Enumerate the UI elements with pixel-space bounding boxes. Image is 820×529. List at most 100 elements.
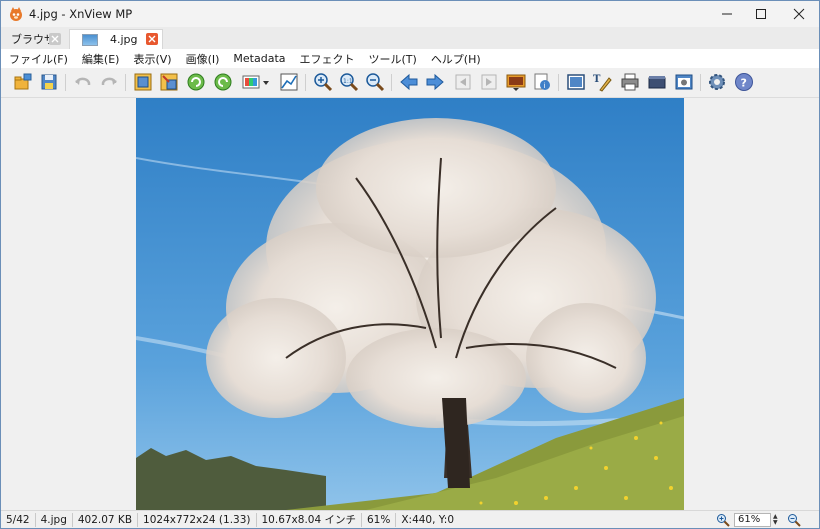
zoom-in-button[interactable] xyxy=(313,72,333,92)
toolbar: 1:1 i T ? xyxy=(1,68,819,98)
status-cursor: X:440, Y:0 xyxy=(401,514,455,526)
menu-tools[interactable]: ツール(T) xyxy=(361,51,423,67)
resize-button[interactable] xyxy=(159,72,179,92)
svg-text:1:1: 1:1 xyxy=(343,78,353,85)
first-page-button[interactable] xyxy=(453,72,473,92)
toolbar-separator xyxy=(558,74,559,91)
open-folder-icon xyxy=(14,73,32,90)
tab-bar: ブラウザ 4.jpg xyxy=(1,27,819,50)
crop-icon xyxy=(134,73,152,91)
help-icon: ? xyxy=(735,73,753,91)
close-icon xyxy=(148,35,156,43)
zoom-input[interactable]: 61% xyxy=(734,513,771,527)
displayed-image[interactable] xyxy=(136,98,684,510)
zoom-out-button[interactable] xyxy=(365,72,385,92)
text-annotate-button[interactable]: T xyxy=(592,72,612,92)
zoom-in-icon[interactable] xyxy=(716,513,730,527)
menu-edit[interactable]: 編集(E) xyxy=(74,51,126,67)
save-icon xyxy=(41,74,57,90)
slideshow-icon xyxy=(506,74,526,91)
status-dimensions: 1024x772x24 (1.33) xyxy=(138,513,257,527)
menu-view[interactable]: 表示(V) xyxy=(125,51,177,67)
svg-text:i: i xyxy=(544,82,546,90)
rotate-right-icon xyxy=(214,73,232,91)
scan-icon xyxy=(648,76,666,89)
levels-button[interactable] xyxy=(279,72,299,92)
previous-image-button[interactable] xyxy=(399,72,419,92)
close-icon xyxy=(51,35,59,43)
close-window-button[interactable] xyxy=(781,1,817,27)
slideshow-button[interactable] xyxy=(506,72,526,92)
properties-icon: i xyxy=(534,73,550,90)
levels-icon xyxy=(280,73,298,91)
redo-icon xyxy=(101,77,117,85)
scan-button[interactable] xyxy=(647,72,667,92)
zoom-control: 61% ▲ ▼ xyxy=(716,511,819,528)
tab-image[interactable]: 4.jpg xyxy=(69,29,163,50)
menu-file[interactable]: ファイル(F) xyxy=(1,51,74,67)
menu-metadata[interactable]: Metadata xyxy=(225,52,291,65)
undo-button[interactable] xyxy=(73,72,93,92)
open-folder-button[interactable] xyxy=(13,72,33,92)
tab-image-close-button[interactable] xyxy=(146,33,158,45)
tab-browser-close-button[interactable] xyxy=(49,33,61,45)
menu-image[interactable]: 画像(I) xyxy=(178,51,226,67)
chevron-down-icon[interactable]: ▼ xyxy=(773,520,781,526)
title-bar: 4.jpg - XnView MP xyxy=(1,1,819,27)
zoom-in-icon xyxy=(314,73,333,92)
resize-icon xyxy=(160,73,178,91)
zoom-out-icon[interactable] xyxy=(787,513,801,527)
minimize-button[interactable] xyxy=(709,1,745,27)
zoom-fit-button[interactable]: 1:1 xyxy=(339,72,359,92)
image-thumbnail-icon xyxy=(82,34,98,46)
fullscreen-button[interactable] xyxy=(566,72,586,92)
rotate-left-button[interactable] xyxy=(186,72,206,92)
toolbar-separator xyxy=(700,74,701,91)
zoom-out-icon xyxy=(366,73,385,92)
fullscreen-icon xyxy=(567,74,585,90)
minimize-icon xyxy=(722,13,732,15)
color-adjust-icon xyxy=(242,75,269,89)
help-button[interactable]: ? xyxy=(734,72,754,92)
rotate-left-icon xyxy=(187,73,205,91)
status-filename: 4.jpg xyxy=(36,513,73,527)
capture-button[interactable] xyxy=(674,72,694,92)
app-window: 4.jpg - XnView MP ブラウザ 4.jpg ファイル(F) 編集(… xyxy=(0,0,820,529)
next-icon xyxy=(426,73,444,91)
window-title: 4.jpg - XnView MP xyxy=(29,7,133,21)
properties-button[interactable]: i xyxy=(532,72,552,92)
menu-help[interactable]: ヘルプ(H) xyxy=(423,51,487,67)
image-viewer[interactable] xyxy=(1,98,819,510)
svg-text:T: T xyxy=(593,74,601,85)
zoom-fit-icon: 1:1 xyxy=(340,73,359,92)
svg-text:?: ? xyxy=(741,77,747,90)
menu-bar: ファイル(F) 編集(E) 表示(V) 画像(I) Metadata エフェクト… xyxy=(1,49,819,68)
rotate-right-button[interactable] xyxy=(213,72,233,92)
menu-effects[interactable]: エフェクト xyxy=(292,51,361,67)
color-adjust-button[interactable] xyxy=(241,72,271,92)
toolbar-separator xyxy=(125,74,126,91)
crop-button[interactable] xyxy=(133,72,153,92)
status-filesize: 402.07 KB xyxy=(73,513,139,527)
next-image-button[interactable] xyxy=(425,72,445,92)
settings-button[interactable] xyxy=(707,72,727,92)
text-annotate-icon: T xyxy=(593,74,612,92)
maximize-icon xyxy=(756,9,766,19)
save-button[interactable] xyxy=(39,72,59,92)
tab-browser[interactable]: ブラウザ xyxy=(5,29,63,49)
close-icon xyxy=(793,8,805,20)
zoom-spinner[interactable]: ▲ ▼ xyxy=(773,514,781,527)
status-print-size: 10.67x8.04 インチ xyxy=(257,513,362,527)
maximize-button[interactable] xyxy=(743,1,779,27)
print-button[interactable] xyxy=(620,72,640,92)
last-page-button[interactable] xyxy=(479,72,499,92)
settings-icon xyxy=(709,74,725,90)
toolbar-separator xyxy=(305,74,306,91)
undo-icon xyxy=(75,77,91,85)
redo-button[interactable] xyxy=(99,72,119,92)
toolbar-separator xyxy=(391,74,392,91)
print-icon xyxy=(621,73,639,91)
status-bar: 5/42 4.jpg 402.07 KB 1024x772x24 (1.33) … xyxy=(1,510,819,528)
last-page-icon xyxy=(481,74,497,90)
status-position: 5/42 xyxy=(1,513,36,527)
